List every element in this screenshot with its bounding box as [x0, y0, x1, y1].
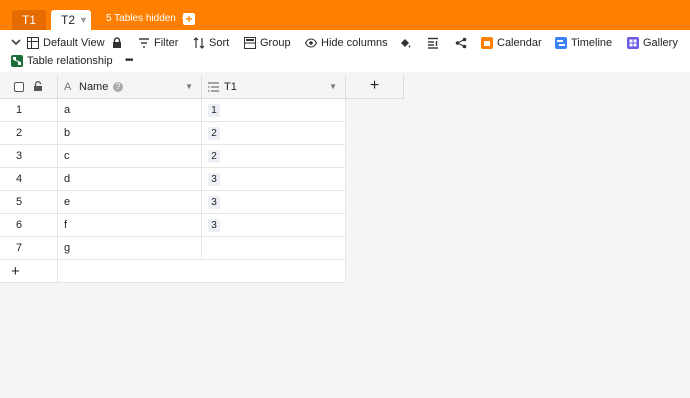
tab-t2[interactable]: T2 ▼	[51, 10, 91, 30]
group-label: Group	[260, 37, 291, 49]
gallery-icon	[627, 37, 639, 49]
cell-name[interactable]: b	[58, 122, 202, 145]
link-badge: 2	[208, 149, 220, 163]
row-color-icon[interactable]	[399, 37, 411, 49]
sort-label: Sort	[209, 37, 230, 49]
cell-t1[interactable]: 2	[202, 122, 346, 145]
row-number: 7	[0, 237, 58, 260]
filter-label: Filter	[154, 37, 179, 49]
timeline-plugin-button[interactable]: Timeline	[555, 37, 612, 49]
table-relationship-label: Table relationship	[27, 55, 113, 67]
eye-icon	[305, 38, 317, 48]
hidden-tables-label: 5 Tables hidden	[106, 13, 176, 24]
filter-button[interactable]: Filter	[138, 37, 178, 49]
table-relationship-button[interactable]: Table relationship	[11, 55, 113, 67]
column-menu-caret-icon[interactable]: ▼	[329, 82, 337, 91]
tab-t1-label: T1	[21, 13, 36, 27]
gallery-plugin-button[interactable]: Gallery	[627, 37, 678, 49]
cell-name[interactable]: g	[58, 237, 202, 260]
hide-columns-label: Hide columns	[321, 37, 388, 49]
row-number: 2	[0, 122, 58, 145]
calendar-label: Calendar	[497, 37, 542, 49]
cell-name[interactable]: f	[58, 214, 202, 237]
text-type-icon: A	[64, 81, 72, 93]
view-toolbar: Default View Filter Sort Group Hide colu…	[0, 30, 690, 72]
sort-icon	[193, 37, 205, 49]
default-view-label: Default View	[43, 37, 105, 49]
calendar-icon	[481, 37, 493, 49]
calendar-plugin-button[interactable]: Calendar	[481, 37, 542, 49]
hide-columns-button[interactable]: Hide columns	[305, 37, 388, 49]
row-header-corner	[0, 75, 58, 99]
column-menu-caret-icon[interactable]: ▼	[185, 82, 193, 91]
select-all-checkbox[interactable]	[14, 82, 24, 92]
gallery-label: Gallery	[643, 37, 678, 49]
timeline-icon	[555, 37, 567, 49]
link-badge: 2	[208, 126, 220, 140]
row-number: 5	[0, 191, 58, 214]
timeline-label: Timeline	[571, 37, 613, 49]
row-number: 6	[0, 214, 58, 237]
view-menu-icon[interactable]	[11, 37, 21, 47]
lock-icon[interactable]	[33, 81, 43, 92]
cell-name[interactable]: e	[58, 191, 202, 214]
row-number: 4	[0, 168, 58, 191]
more-options-button[interactable]: •••	[125, 55, 133, 66]
group-button[interactable]: Group	[244, 37, 291, 49]
column-header-name[interactable]: A Name ? ▼	[58, 75, 202, 99]
hidden-tables-dropdown[interactable]: 5 Tables hidden ▼	[106, 13, 189, 24]
row-number: 3	[0, 145, 58, 168]
help-icon[interactable]: ?	[113, 82, 123, 92]
column-header-t1[interactable]: T1 ▼	[202, 75, 346, 99]
sort-button[interactable]: Sort	[193, 37, 229, 49]
link-badge: 3	[208, 218, 220, 232]
tab-t2-label: T2	[61, 13, 76, 27]
link-column-icon	[208, 82, 219, 92]
table-relationship-icon	[11, 55, 23, 67]
link-badge: 1	[208, 103, 220, 117]
table-grid-icon	[27, 37, 39, 49]
cell-t1[interactable]: 3	[202, 168, 346, 191]
cell-name[interactable]: c	[58, 145, 202, 168]
group-icon	[244, 37, 256, 49]
more-options-label: •••	[125, 55, 133, 66]
tab-menu-caret-icon[interactable]: ▼	[79, 15, 88, 25]
cell-name[interactable]: a	[58, 99, 202, 122]
cell-t1[interactable]: 3	[202, 191, 346, 214]
link-badge: 3	[208, 195, 220, 209]
share-icon[interactable]	[455, 37, 467, 49]
table-tab-bar: T1 T2 ▼ 5 Tables hidden ▼ +	[0, 0, 690, 30]
row-height-icon[interactable]	[427, 37, 439, 49]
add-row-area[interactable]	[58, 260, 346, 283]
add-column-button[interactable]: +	[346, 75, 404, 99]
cell-t1[interactable]: 2	[202, 145, 346, 168]
default-view-button[interactable]: Default View	[27, 37, 105, 49]
column-t1-label: T1	[224, 81, 237, 93]
cell-t1[interactable]: 1	[202, 99, 346, 122]
link-badge: 3	[208, 172, 220, 186]
cell-t1[interactable]: 3	[202, 214, 346, 237]
add-row-button[interactable]: +	[0, 260, 58, 283]
add-table-button[interactable]: +	[183, 13, 195, 25]
row-number: 1	[0, 99, 58, 122]
filter-icon	[139, 38, 149, 48]
column-name-label: Name	[79, 81, 109, 93]
tab-t1[interactable]: T1	[12, 10, 46, 30]
cell-name[interactable]: d	[58, 168, 202, 191]
cell-t1[interactable]	[202, 237, 346, 260]
lock-view-icon[interactable]	[112, 37, 122, 49]
